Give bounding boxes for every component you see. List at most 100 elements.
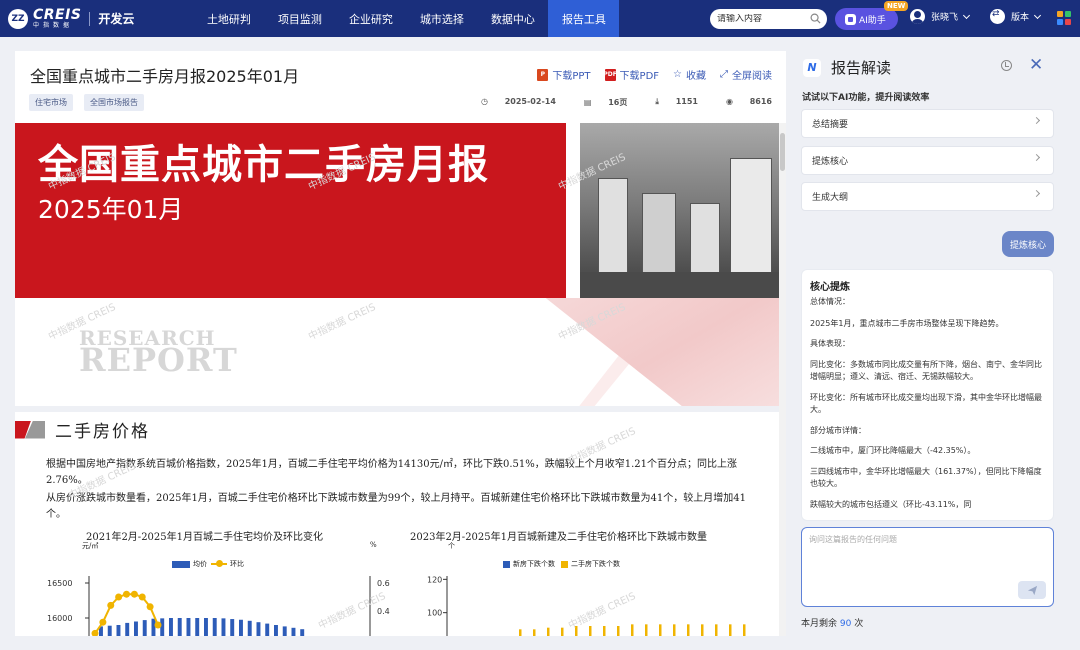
price-bar xyxy=(247,620,252,636)
answer-line: 具体表现： xyxy=(810,339,850,348)
mom-point xyxy=(154,621,162,629)
paragraph-1: 根据中国房地产指数系统百城价格指数，2025年1月，百城二手住宅平均价格为141… xyxy=(46,459,738,486)
chart-y-unit: 个 xyxy=(448,542,455,550)
resale-bar xyxy=(729,624,732,636)
switch-icon xyxy=(990,9,1005,24)
avg-price-chart: 2021年2月-2025年1月百城二手住宅均价及环比变化 元/㎡ % 均价 环比… xyxy=(45,528,390,636)
price-bar xyxy=(116,625,121,636)
report-tags: 住宅市场 全国市场报告 xyxy=(29,94,155,111)
answer-line: 跌幅较大的城市包括遵义（环比-43.11%，同 xyxy=(810,499,972,509)
price-bar xyxy=(142,620,147,636)
ai-answer-card[interactable]: 核心提炼 总体情况： 2025年1月，重点城市二手房市场整体呈现下降趋势。 具体… xyxy=(801,269,1054,521)
ai-assistant-button[interactable]: AI助手 xyxy=(835,8,898,30)
ai-logo-icon: N xyxy=(803,58,821,77)
expand-icon: ⤢ xyxy=(720,69,728,80)
platform-name: 开发云 xyxy=(98,12,135,26)
price-bar xyxy=(125,622,130,636)
option-summary[interactable]: 总结摘要 xyxy=(801,109,1054,138)
history-icon[interactable] xyxy=(1001,60,1012,71)
resale-bar xyxy=(631,624,634,636)
search-input[interactable] xyxy=(717,14,807,24)
option-core[interactable]: 提炼核心 xyxy=(801,146,1054,175)
question-input[interactable] xyxy=(809,534,1045,574)
fullscreen-button[interactable]: ⤢ 全屏阅读 xyxy=(720,67,772,82)
paragraph-2: 从房价涨跌城市数量看，2025年1月，百城二手住宅价格环比下跌城市数量为99个，… xyxy=(46,493,746,520)
nav-item-land[interactable]: 土地研判 xyxy=(193,0,264,37)
price-bar xyxy=(300,629,305,636)
legend-resale: 二手房下跌个数 xyxy=(571,560,620,568)
cover-date: 2025年01月 xyxy=(38,195,184,224)
price-bar xyxy=(186,618,191,636)
chevron-right-icon xyxy=(1032,153,1041,162)
user-avatar-icon xyxy=(910,9,925,24)
answer-line: 二线城市中，厦门环比降幅最大（-42.35%）。 xyxy=(810,446,976,455)
document-scrollbar[interactable] xyxy=(779,123,786,636)
pdf-file-icon: PDF xyxy=(603,68,617,81)
ai-robot-icon xyxy=(845,13,856,25)
search-box xyxy=(710,9,827,29)
nav-item-data-center[interactable]: 数据中心 xyxy=(477,0,548,37)
nav-item-city[interactable]: 城市选择 xyxy=(406,0,477,37)
resale-bar xyxy=(743,624,746,636)
favorite-button[interactable]: ☆ 收藏 xyxy=(673,67,706,82)
price-bar xyxy=(282,626,287,636)
user-name: 张晓飞 xyxy=(931,13,959,23)
legend-new-homes: 新房下跌个数 xyxy=(513,560,555,568)
user-menu[interactable]: 张晓飞 xyxy=(910,9,971,24)
logo-mark: ZZ xyxy=(8,8,28,29)
mom-point xyxy=(99,618,107,626)
falling-cities-chart: 2023年2月-2025年1月百城新建及二手住宅价格环比下跌城市数量 个 新房下… xyxy=(395,528,775,636)
quota-text: 本月剩余 90 次 xyxy=(801,619,864,629)
tag[interactable]: 全国市场报告 xyxy=(84,94,144,111)
price-bar xyxy=(151,618,156,636)
logo[interactable]: ZZ CREIS 中指数据 开发云 xyxy=(8,8,134,29)
price-bar xyxy=(212,618,217,636)
report-actions: P 下载PPT PDF 下载PDF ☆ 收藏 ⤢ 全屏阅读 xyxy=(523,67,772,82)
chart-plot: 120 100 xyxy=(427,576,746,636)
download-pdf-button[interactable]: PDF 下载PDF xyxy=(603,67,659,82)
resale-bar xyxy=(547,627,550,636)
section-header: 二手房价格 xyxy=(15,417,150,442)
mom-point xyxy=(115,593,123,601)
price-bar xyxy=(107,625,112,636)
chart-plot: 16500 16000 0.6 0.4 0.2 xyxy=(47,576,390,636)
report-document[interactable]: 全国重点城市二手房月报 2025年01月 RESEARCH REPORT 中指数… xyxy=(15,123,786,636)
mom-point xyxy=(123,590,130,598)
nav-item-report-tools[interactable]: 报告工具 xyxy=(548,0,620,37)
nav-item-projects[interactable]: 项目监测 xyxy=(264,0,335,37)
resale-bar xyxy=(617,626,620,636)
answer-line: 三四线城市中，金华环比增幅最大（161.37%），但同比下降幅度也较大。 xyxy=(810,466,1042,489)
scrollbar-thumb[interactable] xyxy=(780,133,785,171)
chevron-down-icon xyxy=(1033,11,1042,19)
view-count: ◉ 8616 xyxy=(725,97,772,106)
chart-y2-unit: % xyxy=(370,541,377,549)
section-title: 二手房价格 xyxy=(55,422,150,442)
resale-bar xyxy=(519,629,522,636)
document-icon: ▤ xyxy=(583,98,595,107)
download-ppt-button[interactable]: P 下载PPT xyxy=(537,67,591,82)
panel-title: 报告解读 xyxy=(831,59,892,77)
clock-icon: ◷ xyxy=(480,97,491,106)
city-skyline-image xyxy=(580,123,779,298)
y-tick-label: 16000 xyxy=(47,614,72,623)
chart-legend: 均价 环比 xyxy=(172,559,244,569)
nav-item-enterprise[interactable]: 企业研究 xyxy=(335,0,406,37)
cover-title: 全国重点城市二手房月报 xyxy=(38,142,489,188)
answer-line: 总体情况： xyxy=(810,297,850,306)
version-menu[interactable]: 版本 xyxy=(990,9,1042,24)
apps-grid-icon[interactable] xyxy=(1057,11,1071,25)
search-icon[interactable] xyxy=(810,13,821,24)
close-icon[interactable]: ✕ xyxy=(1029,55,1043,75)
answer-title: 核心提炼 xyxy=(810,282,850,293)
resale-bar xyxy=(673,624,676,636)
tag[interactable]: 住宅市场 xyxy=(29,94,73,111)
chevron-right-icon xyxy=(1032,189,1041,198)
section-marker-icon xyxy=(15,421,45,439)
price-bar xyxy=(177,618,182,636)
chevron-right-icon xyxy=(1032,116,1041,125)
report-page-2: 二手房价格 根据中国房地产指数系统百城价格指数，2025年1月，百城二手住宅平均… xyxy=(15,412,779,636)
option-outline[interactable]: 生成大纲 xyxy=(801,182,1054,211)
main-nav: 土地研判 项目监测 企业研究 城市选择 数据中心 报告工具 xyxy=(193,0,620,37)
y2-tick-label: 0.2 xyxy=(377,635,390,636)
send-button[interactable] xyxy=(1018,581,1046,599)
